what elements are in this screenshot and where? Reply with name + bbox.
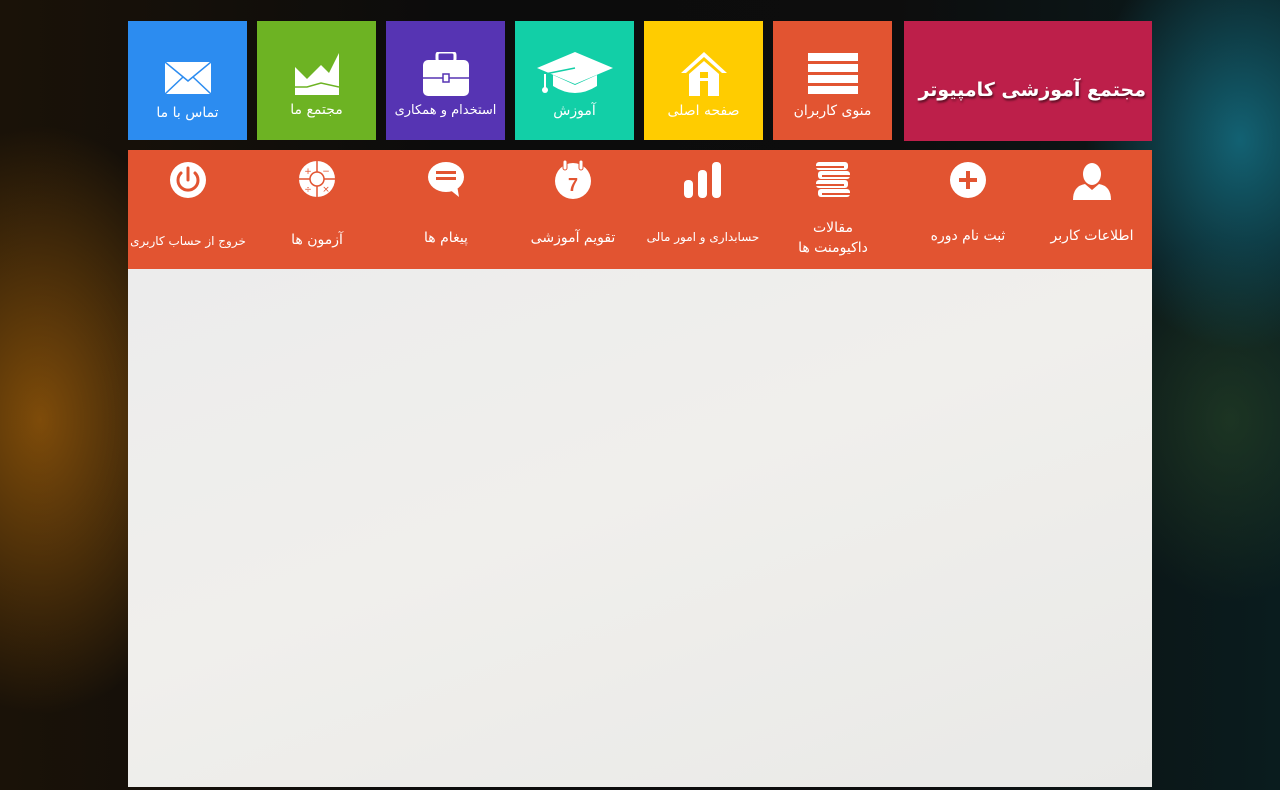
tile-label: آموزش — [553, 103, 596, 119]
tile-employment[interactable]: استخدام و همکاری — [386, 21, 505, 140]
tile-label: صفحه اصلی — [667, 103, 740, 119]
chat-bubble-icon — [386, 159, 506, 199]
svg-text:+: + — [304, 167, 312, 177]
bar-chart-icon — [643, 160, 763, 200]
site-title: مجتمع آموزشی کامپیوتر — [918, 79, 1146, 101]
tile-label: استخدام و همکاری — [394, 103, 497, 118]
menu-item-label: مقالات — [812, 220, 853, 236]
power-icon — [128, 160, 248, 200]
tile-users-menu[interactable]: منوی کاربران — [773, 21, 892, 140]
tile-education[interactable]: آموزش — [515, 21, 634, 140]
tile-our-complex[interactable]: مجتمع ما — [257, 21, 376, 140]
menu-item-user-info[interactable]: اطلاعات کاربر — [1032, 150, 1152, 269]
menu-item-label: آزمون ها — [291, 232, 343, 248]
menu-item-label: ثبت نام دوره — [930, 228, 1006, 244]
area-chart-icon — [257, 51, 376, 97]
menu-item-messages[interactable]: پیغام ها — [386, 150, 506, 269]
menu-item-label: تقویم آموزشی — [530, 230, 616, 246]
tile-label: تماس با ما — [156, 105, 219, 121]
svg-text:−: − — [322, 167, 330, 177]
menu-item-exams[interactable]: + − ÷ × آزمون ها — [257, 150, 377, 269]
briefcase-icon — [386, 51, 505, 97]
svg-text:÷: ÷ — [304, 185, 312, 195]
main-content-panel — [128, 269, 1152, 787]
menu-item-accounting[interactable]: حسابداری و امور مالی — [643, 150, 763, 269]
menu-item-articles-documents[interactable]: مقالات داکیومنت ها — [773, 150, 893, 269]
books-icon — [773, 160, 893, 200]
user-icon — [1032, 161, 1152, 201]
menu-item-label: اطلاعات کاربر — [1050, 228, 1134, 244]
tile-home[interactable]: صفحه اصلی — [644, 21, 763, 140]
hamburger-menu-icon — [773, 51, 892, 97]
menu-item-label: خروج از حساب کاربری — [130, 234, 246, 248]
graduation-cap-icon — [515, 51, 634, 97]
brand-tile[interactable]: مجتمع آموزشی کامپیوتر — [904, 21, 1152, 141]
menu-item-label: حسابداری و امور مالی — [646, 230, 760, 244]
menu-item-logout[interactable]: خروج از حساب کاربری — [128, 150, 248, 269]
menu-item-label: پیغام ها — [424, 230, 468, 246]
home-icon — [644, 51, 763, 97]
tile-label: منوی کاربران — [793, 103, 872, 119]
tile-contact-us[interactable]: تماس با ما — [128, 21, 247, 140]
menu-item-course-registration[interactable]: ثبت نام دوره — [908, 150, 1028, 269]
calendar-day-number: 7 — [568, 175, 578, 195]
plus-circle-icon — [908, 160, 1028, 200]
svg-text:×: × — [322, 185, 330, 195]
envelope-icon — [128, 61, 247, 95]
calculator-icon: + − ÷ × — [257, 159, 377, 199]
calendar-icon: 7 — [513, 160, 633, 200]
menu-item-label-line2: داکیومنت ها — [798, 240, 868, 256]
tile-label: مجتمع ما — [290, 102, 343, 118]
menu-item-education-calendar[interactable]: 7 تقویم آموزشی — [513, 150, 633, 269]
user-menu-bar: اطلاعات کاربر ثبت نام دوره مقالات داکیوم… — [128, 150, 1152, 269]
